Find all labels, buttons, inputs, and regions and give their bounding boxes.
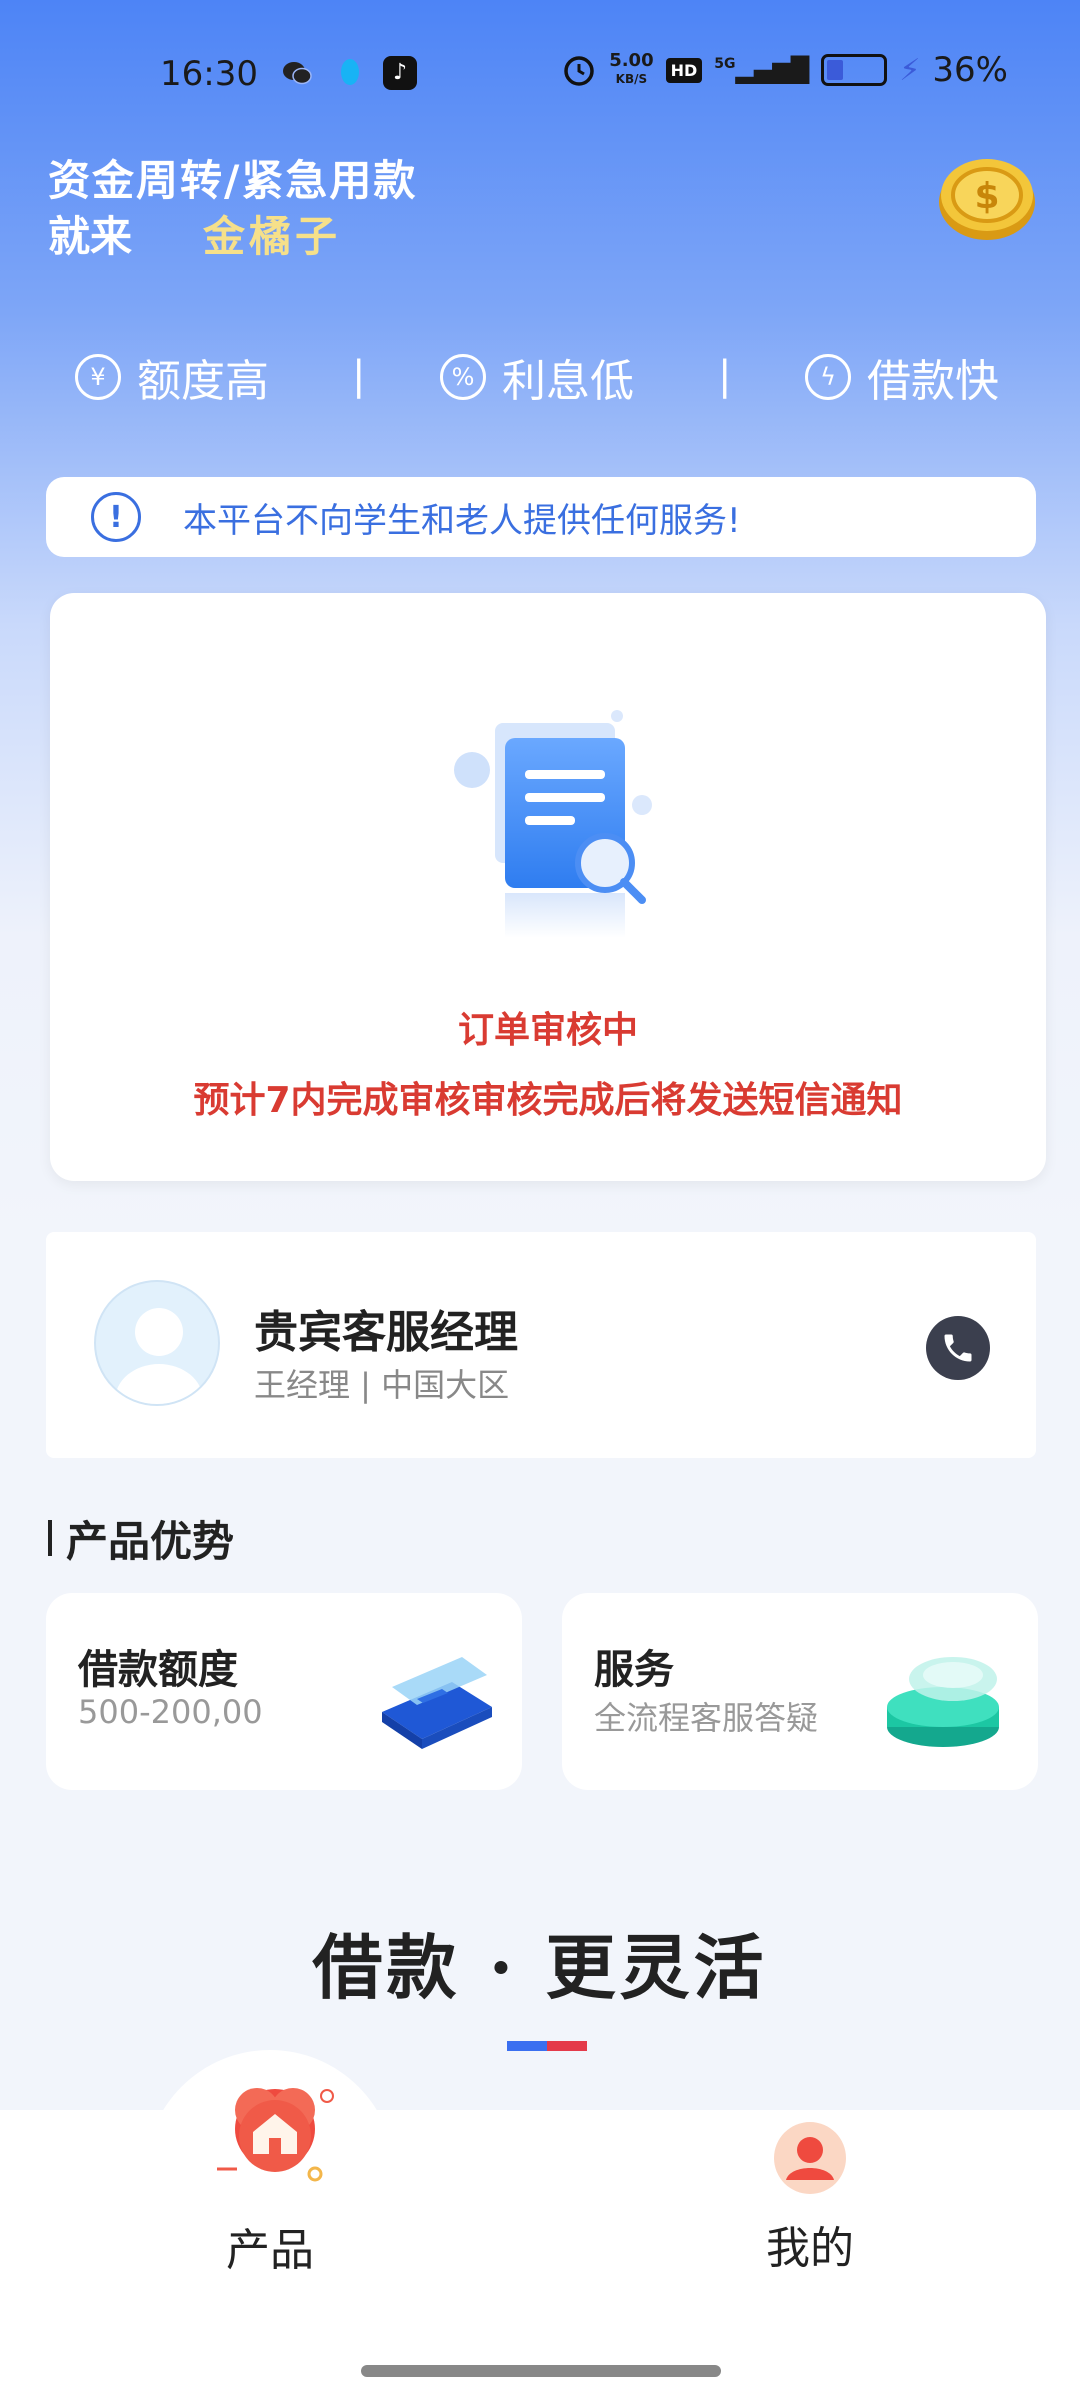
tab-label: 我的 — [766, 2223, 854, 2274]
network-speed: 5.00 KB/S — [609, 52, 653, 88]
status-time: 16:30 — [160, 54, 258, 94]
feature-strip: ¥ 额度高 | % 利息低 | ϟ 借款快 — [0, 345, 1080, 415]
home-icon — [217, 2088, 334, 2182]
underline-red — [547, 2041, 587, 2051]
money-bag-icon: ¥ — [75, 354, 121, 400]
advantage-title: 服务 — [594, 1647, 674, 1693]
signal-icon: 5G▂▄▆█ — [714, 56, 810, 84]
advantage-subtitle: 全流程客服答疑 — [594, 1699, 819, 1737]
user-icon — [774, 2122, 846, 2194]
lightning-icon: ϟ — [805, 354, 851, 400]
review-status-card: 订单审核中 预计7内完成审核审核完成后将发送短信通知 — [50, 593, 1046, 1181]
info-icon: ! — [91, 492, 141, 542]
status-right: 5.00 KB/S HD 5G▂▄▆█ ⚡ 36% — [561, 50, 1008, 90]
hero-headline: 资金周转/紧急用款 — [48, 156, 418, 205]
feature-separator: | — [718, 353, 732, 399]
feature-fast-loan: ϟ 借款快 — [805, 345, 999, 409]
feature-label: 额度高 — [137, 356, 269, 407]
phone-call-button[interactable] — [926, 1316, 990, 1380]
phone-icon — [944, 1334, 972, 1362]
advantage-subtitle: 500-200,00 — [78, 1693, 263, 1731]
slogan: 借款 · 更灵活 — [312, 1926, 768, 2009]
slogan-underline — [507, 2036, 587, 2051]
hd-badge: HD — [665, 57, 703, 83]
battery-icon — [821, 54, 888, 86]
feature-label: 借款快 — [867, 356, 999, 407]
battery-percent: 36% — [932, 50, 1008, 90]
speed-unit: KB/S — [615, 72, 648, 86]
underline-blue — [507, 2041, 547, 2051]
home-indicator[interactable] — [361, 2365, 721, 2377]
review-description: 预计7内完成审核审核完成后将发送短信通知 — [193, 1080, 903, 1121]
brand-name: 金橘子 — [203, 212, 342, 261]
manager-title: 贵宾客服经理 — [254, 1307, 518, 1358]
notice-text: 本平台不向学生和老人提供任何服务! — [183, 500, 741, 541]
advantage-loan-limit[interactable]: 借款额度 500-200,00 — [46, 1593, 522, 1790]
section-title: 产品优势 — [48, 1508, 234, 1569]
hero-subline: 就来 — [48, 212, 133, 261]
battery-fill — [827, 60, 843, 80]
feature-separator: | — [352, 353, 366, 399]
feature-low-interest: % 利息低 — [440, 345, 634, 409]
status-bar: 16:30 ♪ 5.00 KB/S HD 5G▂▄▆█ ⚡ 36% — [0, 40, 1080, 105]
feature-high-limit: ¥ 额度高 — [75, 345, 269, 409]
speed-value: 5.00 — [609, 50, 654, 71]
tiktok-icon: ♪ — [383, 56, 417, 90]
advantage-title: 借款额度 — [78, 1647, 238, 1693]
notice-banner: ! 本平台不向学生和老人提供任何服务! — [46, 477, 1036, 557]
document-search-icon — [454, 710, 652, 938]
percent-icon: % — [440, 354, 486, 400]
tab-label: 产品 — [226, 2225, 314, 2276]
advantage-service[interactable]: 服务 全流程客服答疑 — [562, 1593, 1038, 1790]
review-title: 订单审核中 — [457, 1010, 638, 1051]
coin-stack-icon — [887, 1657, 999, 1747]
charging-icon: ⚡ — [899, 52, 921, 88]
qq-icon — [341, 59, 359, 85]
manager-subtitle: 王经理 | 中国大区 — [254, 1366, 510, 1404]
alarm-icon — [564, 56, 594, 86]
wechat-icon — [283, 62, 312, 85]
card-stack-icon — [382, 1657, 492, 1749]
gold-coin-icon[interactable]: $ — [937, 152, 1037, 242]
default-avatar-icon — [115, 1308, 203, 1404]
network-type: 5G — [714, 56, 736, 72]
customer-manager-card[interactable]: 贵宾客服经理 王经理 | 中国大区 — [46, 1232, 1036, 1458]
feature-label: 利息低 — [502, 356, 634, 407]
avatar — [94, 1280, 220, 1406]
svg-text:$: $ — [974, 176, 999, 217]
